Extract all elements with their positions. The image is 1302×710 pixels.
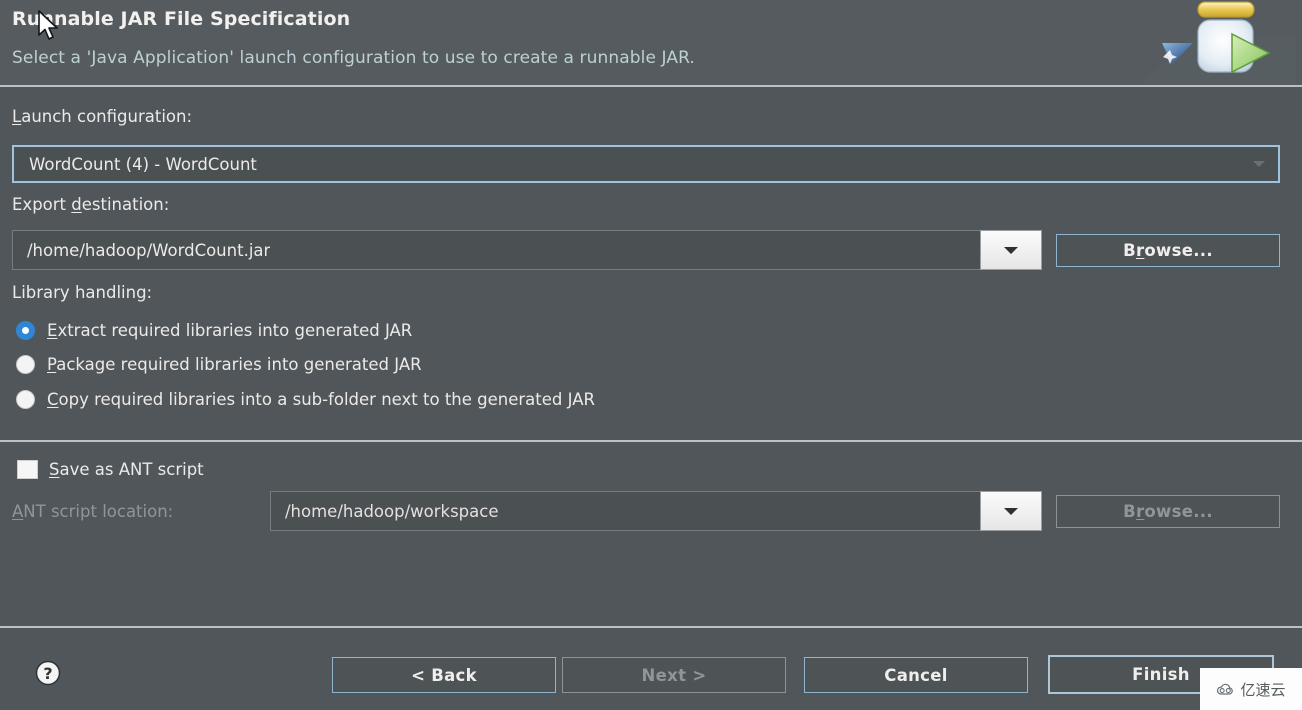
export-destination-value: /home/hadoop/WordCount.jar <box>27 240 271 260</box>
export-destination-label-text: estination: <box>81 195 170 214</box>
cloud-icon <box>1217 683 1234 695</box>
export-destination-input[interactable]: /home/hadoop/WordCount.jar <box>12 230 980 270</box>
next-button: Next > <box>562 657 786 693</box>
watermark-text: 亿速云 <box>1240 680 1286 699</box>
chevron-down-icon <box>1004 246 1018 254</box>
watermark: 亿速云 <box>1200 668 1302 710</box>
radio-package-libraries[interactable]: Package required libraries into generate… <box>16 355 422 374</box>
radio-copy-libraries[interactable]: Copy required libraries into a sub-folde… <box>16 390 595 409</box>
browse-label-pre: B <box>1123 241 1136 260</box>
library-handling-label: Library handling: <box>12 283 153 302</box>
radio-indicator-package[interactable] <box>16 355 35 374</box>
chevron-down-icon <box>1004 507 1018 515</box>
radio-indicator-copy[interactable] <box>16 390 35 409</box>
browse-label-post: owse... <box>1144 241 1213 260</box>
section-separator-ant <box>0 440 1302 442</box>
launch-configuration-label: Launch configuration: <box>12 107 192 126</box>
launch-configuration-value: WordCount (4) - WordCount <box>29 154 257 174</box>
launch-configuration-combo[interactable]: WordCount (4) - WordCount <box>12 145 1280 183</box>
ant-script-location-dropdown-button[interactable] <box>980 491 1042 531</box>
svg-text:?: ? <box>43 664 52 683</box>
page-subtitle: Select a 'Java Application' launch confi… <box>12 48 695 68</box>
export-destination-label-mnemonic: d <box>71 195 82 214</box>
launch-configuration-label-text: aunch configuration: <box>21 107 193 126</box>
export-destination-label-pre: Export <box>12 195 72 214</box>
cancel-button[interactable]: Cancel <box>804 657 1028 693</box>
ant-script-location-input[interactable]: /home/hadoop/workspace <box>270 491 980 531</box>
ant-script-location-value: /home/hadoop/workspace <box>285 501 499 521</box>
launch-configuration-label-mnemonic: L <box>12 107 22 126</box>
browse-label-mnemonic: r <box>1135 241 1145 260</box>
export-destination-label: Export destination: <box>12 195 169 214</box>
radio-indicator-extract[interactable] <box>16 321 35 340</box>
export-destination-dropdown-button[interactable] <box>980 230 1042 270</box>
chevron-down-icon <box>1253 161 1265 167</box>
radio-label-package: Package required libraries into generate… <box>47 355 422 374</box>
dialog-header: Runnable JAR File Specification Select a… <box>0 0 1302 87</box>
runnable-jar-export-dialog: Runnable JAR File Specification Select a… <box>0 0 1302 710</box>
radio-label-extract: Extract required libraries into generate… <box>47 321 413 340</box>
radio-extract-libraries[interactable]: Extract required libraries into generate… <box>16 321 412 340</box>
save-as-ant-script-checkbox-row[interactable]: Save as ANT script <box>17 460 204 479</box>
help-question-icon[interactable]: ? <box>35 660 61 686</box>
page-title: Runnable JAR File Specification <box>12 8 351 30</box>
save-as-ant-script-checkbox[interactable] <box>17 460 38 479</box>
save-as-ant-script-label: Save as ANT script <box>49 460 204 479</box>
radio-label-copy: Copy required libraries into a sub-folde… <box>47 390 595 409</box>
ant-script-location-browse-button: Br owse... <box>1056 495 1280 528</box>
back-button[interactable]: < Back <box>332 657 556 693</box>
dialog-body: Launch configuration: WordCount (4) - Wo… <box>0 87 1302 710</box>
ant-script-location-label: ANT script location: <box>12 502 174 521</box>
runnable-jar-icon <box>1136 0 1296 85</box>
export-destination-browse-button[interactable]: Br owse... <box>1056 234 1280 267</box>
